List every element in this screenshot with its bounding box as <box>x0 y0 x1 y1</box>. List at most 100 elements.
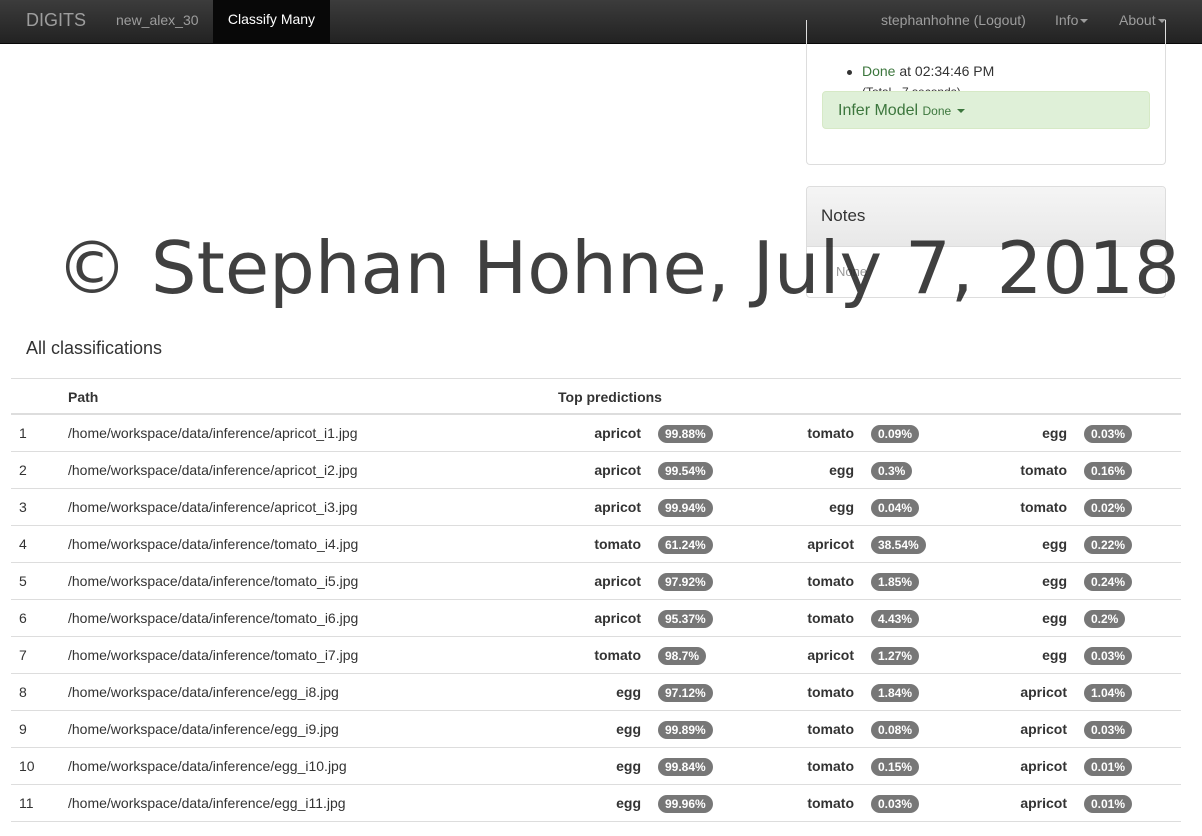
prediction-confidence-badge: 0.02% <box>1084 499 1133 517</box>
prediction-label: apricot <box>1020 795 1067 811</box>
prediction-label: tomato <box>594 647 641 663</box>
section-title: All classifications <box>26 338 163 358</box>
table-header: Path Top predictions <box>11 378 1181 415</box>
prediction-confidence-badge: 0.03% <box>1084 647 1133 665</box>
prediction-label: apricot <box>594 499 641 515</box>
prediction-label: egg <box>829 499 854 515</box>
prediction-confidence-badge: 98.7% <box>658 647 707 665</box>
image-path: /home/workspace/data/inference/tomato_i5… <box>68 573 359 589</box>
table-row: 6/home/workspace/data/inference/tomato_i… <box>11 600 1181 637</box>
image-path: /home/workspace/data/inference/apricot_i… <box>68 425 358 441</box>
prediction-label: tomato <box>807 795 854 811</box>
prediction-confidence-badge: 0.01% <box>1084 758 1133 776</box>
prediction-label: tomato <box>807 425 854 441</box>
prediction-confidence-badge: 0.24% <box>1084 573 1133 591</box>
header-top-predictions: Top predictions <box>558 389 662 405</box>
row-number: 4 <box>19 536 27 552</box>
image-path: /home/workspace/data/inference/apricot_i… <box>68 499 358 515</box>
prediction-label: egg <box>1042 610 1067 626</box>
row-number: 11 <box>19 795 34 811</box>
image-path: /home/workspace/data/inference/tomato_i6… <box>68 610 359 626</box>
row-number: 9 <box>19 721 27 737</box>
prediction-confidence-badge: 1.85% <box>871 573 920 591</box>
table-row: 2/home/workspace/data/inference/apricot_… <box>11 452 1181 489</box>
prediction-confidence-badge: 0.09% <box>871 425 920 443</box>
prediction-label: tomato <box>807 610 854 626</box>
brand-link[interactable]: DIGITS <box>26 10 86 31</box>
table-row: 7/home/workspace/data/inference/tomato_i… <box>11 637 1181 674</box>
prediction-confidence-badge: 0.22% <box>1084 536 1133 554</box>
prediction-confidence-badge: 0.04% <box>871 499 920 517</box>
prediction-confidence-badge: 0.01% <box>1084 795 1133 813</box>
prediction-label: tomato <box>807 758 854 774</box>
copyright-watermark: © Stephan Hohne, July 7, 2018 <box>56 226 1180 310</box>
prediction-confidence-badge: 0.03% <box>1084 425 1133 443</box>
table-row: 5/home/workspace/data/inference/tomato_i… <box>11 563 1181 600</box>
infer-model-status: Done <box>922 104 952 118</box>
prediction-label: egg <box>616 684 641 700</box>
row-number: 10 <box>19 758 35 774</box>
row-number: 1 <box>19 425 27 441</box>
prediction-label: egg <box>1042 647 1067 663</box>
prediction-label: egg <box>1042 536 1067 552</box>
prediction-confidence-badge: 0.03% <box>1084 721 1133 739</box>
model-link[interactable]: new_alex_30 <box>116 12 199 28</box>
image-path: /home/workspace/data/inference/egg_i8.jp… <box>68 684 339 700</box>
prediction-label: apricot <box>1020 684 1067 700</box>
prediction-confidence-badge: 0.08% <box>871 721 920 739</box>
prediction-label: egg <box>616 795 641 811</box>
table-row: 9/home/workspace/data/inference/egg_i9.j… <box>11 711 1181 748</box>
table-row: 10/home/workspace/data/inference/egg_i10… <box>11 748 1181 785</box>
row-number: 8 <box>19 684 27 700</box>
image-path: /home/workspace/data/inference/apricot_i… <box>68 462 358 478</box>
prediction-label: apricot <box>1020 758 1067 774</box>
prediction-label: egg <box>616 721 641 737</box>
caret-down-icon <box>957 108 966 113</box>
row-number: 3 <box>19 499 27 515</box>
classifications-table: Path Top predictions 1/home/workspace/da… <box>11 378 1181 822</box>
prediction-confidence-badge: 0.3% <box>871 462 913 480</box>
row-number: 7 <box>19 647 27 663</box>
prediction-label: apricot <box>807 647 854 663</box>
image-path: /home/workspace/data/inference/egg_i11.j… <box>68 795 346 811</box>
prediction-label: apricot <box>594 610 641 626</box>
image-path: /home/workspace/data/inference/tomato_i7… <box>68 647 359 663</box>
infer-model-title: Infer Model <box>838 102 919 119</box>
prediction-label: egg <box>616 758 641 774</box>
prediction-label: apricot <box>594 425 641 441</box>
prediction-confidence-badge: 0.16% <box>1084 462 1133 480</box>
notes-title: Notes <box>821 206 866 225</box>
prediction-confidence-badge: 1.84% <box>871 684 920 702</box>
table-row: 3/home/workspace/data/inference/apricot_… <box>11 489 1181 526</box>
table-row: 11/home/workspace/data/inference/egg_i11… <box>11 785 1181 822</box>
infer-model-heading: Infer Model Done <box>838 102 966 120</box>
header-path: Path <box>68 389 99 405</box>
prediction-label: tomato <box>1020 499 1067 515</box>
prediction-label: egg <box>829 462 854 478</box>
prediction-confidence-badge: 0.15% <box>871 758 920 776</box>
row-number: 2 <box>19 462 27 478</box>
prediction-label: apricot <box>1020 721 1067 737</box>
prediction-label: apricot <box>594 462 641 478</box>
prediction-label: tomato <box>807 684 854 700</box>
prediction-label: tomato <box>594 536 641 552</box>
table-body: 1/home/workspace/data/inference/apricot_… <box>11 415 1181 822</box>
prediction-label: apricot <box>807 536 854 552</box>
prediction-confidence-badge: 0.2% <box>1084 610 1126 628</box>
prediction-confidence-badge: 1.27% <box>871 647 920 665</box>
prediction-label: egg <box>1042 573 1067 589</box>
tab-classify-many[interactable]: Classify Many <box>213 0 330 44</box>
image-path: /home/workspace/data/inference/tomato_i4… <box>68 536 359 552</box>
row-number: 5 <box>19 573 27 589</box>
table-row: 1/home/workspace/data/inference/apricot_… <box>11 415 1181 452</box>
table-row: 8/home/workspace/data/inference/egg_i8.j… <box>11 674 1181 711</box>
table-row: 4/home/workspace/data/inference/tomato_i… <box>11 526 1181 563</box>
prediction-label: tomato <box>807 721 854 737</box>
prediction-label: tomato <box>807 573 854 589</box>
prediction-label: egg <box>1042 425 1067 441</box>
done-line: Done at 02:34:46 PM <box>862 63 994 79</box>
prediction-confidence-badge: 0.03% <box>871 795 920 813</box>
prediction-label: tomato <box>1020 462 1067 478</box>
done-time: at 02:34:46 PM <box>899 63 995 79</box>
infer-model-toggle[interactable]: Infer Model Done <box>822 91 1150 129</box>
